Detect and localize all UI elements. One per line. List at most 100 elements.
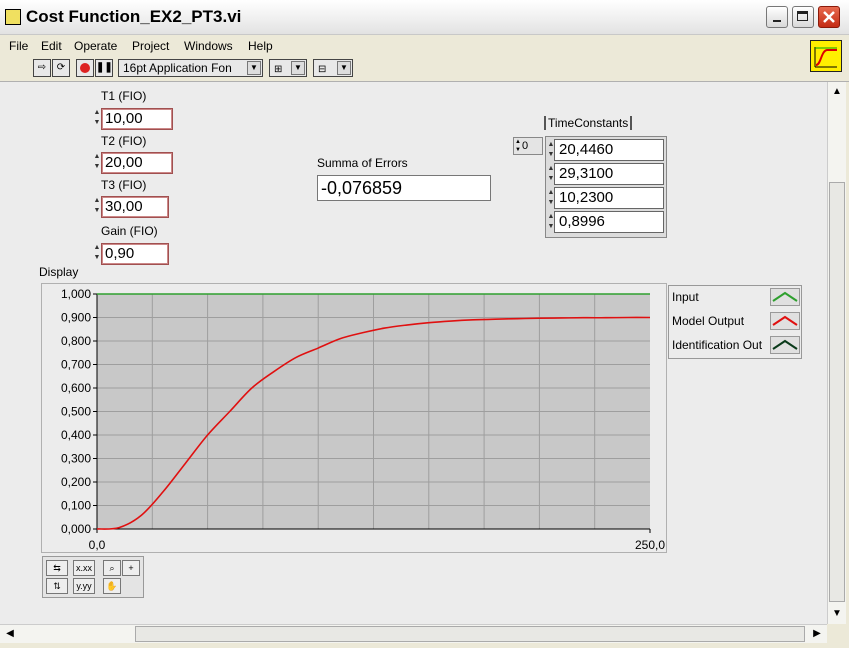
graph-label: Display <box>39 265 79 279</box>
x-scale-icon: ⇆ <box>53 563 61 573</box>
summa-label: Summa of Errors <box>317 156 408 170</box>
timeconstants-label: TimeConstants <box>544 116 633 130</box>
t3-increment-decrement[interactable]: ▲ ▼ <box>93 196 101 218</box>
scroll-left-arrow[interactable]: ◀ <box>2 626 18 642</box>
chevron-down-icon: ▼ <box>337 61 351 75</box>
pause-button[interactable]: ❚❚ <box>95 59 113 77</box>
array-element[interactable]: 10,2300 <box>554 187 664 209</box>
distribute-icon: ⊟ <box>318 64 327 75</box>
waveform-graph[interactable]: 0,000 0,100 0,200 0,300 0,400 0,500 0,600 0,700… <box>41 283 667 553</box>
t1-label: T1 (FIO) <box>101 89 147 103</box>
t1-input[interactable]: 10,00 <box>101 108 173 130</box>
minimize-button[interactable] <box>766 6 788 28</box>
t2-increment-decrement[interactable]: ▲ ▼ <box>93 152 101 174</box>
y-autoscale-button[interactable]: ⇅ <box>46 578 68 594</box>
horizontal-scrollbar[interactable]: ◀ ▶ <box>0 624 827 643</box>
y-tick-label: 0,700 <box>61 358 91 372</box>
horizontal-scroll-thumb[interactable] <box>135 626 805 642</box>
pause-icon: ❚❚ <box>96 62 113 73</box>
array-index-value: 0 <box>522 140 529 152</box>
menu-project[interactable]: Project <box>132 39 169 53</box>
scroll-right-arrow[interactable]: ▶ <box>809 626 825 642</box>
y-tick-label: 0,500 <box>61 405 91 419</box>
gain-increment-decrement[interactable]: ▲ ▼ <box>93 243 101 265</box>
x-autoscale-button[interactable]: ⇆ <box>46 560 68 576</box>
scroll-up-arrow[interactable]: ▲ <box>829 84 845 100</box>
pan-button[interactable]: ✋ <box>103 578 121 594</box>
scroll-down-arrow[interactable]: ▼ <box>829 606 845 622</box>
t3-label: T3 (FIO) <box>101 178 147 192</box>
y-scale-icon: ⇅ <box>53 581 61 591</box>
y-tick-label: 0,100 <box>61 499 91 513</box>
abort-button[interactable] <box>76 59 94 77</box>
y-tick-label: 0,200 <box>61 475 91 489</box>
font-select[interactable]: 16pt Application Fon ▼ <box>118 59 263 77</box>
index-spin-icon: ▲ ▼ <box>515 139 521 153</box>
maximize-icon <box>797 11 808 21</box>
align-icon: ⊞ <box>274 64 283 75</box>
array-index[interactable]: ▲ ▼ 0 <box>513 137 543 155</box>
legend-item-input[interactable]: Input <box>669 286 801 308</box>
chevron-down-icon: ▼ <box>247 61 261 75</box>
align-objects-button[interactable]: ⊞ ▼ <box>269 59 307 77</box>
y-format-icon: y.yy <box>76 581 92 591</box>
legend-item-identification[interactable]: Identification Out <box>669 334 801 356</box>
x-tick-label: 250,0 <box>635 538 665 552</box>
maximize-button[interactable] <box>792 6 814 28</box>
hand-icon: ✋ <box>106 581 118 591</box>
array-element[interactable]: 29,3100 <box>554 163 664 185</box>
y-tick-label: 0,400 <box>61 428 91 442</box>
title-bar[interactable]: Cost Function_EX2_PT3.vi <box>0 0 849 35</box>
y-format-button[interactable]: y.yy <box>73 578 95 594</box>
legend-swatch <box>770 288 800 306</box>
t2-input[interactable]: 20,00 <box>101 152 173 174</box>
array-element[interactable]: 0,8996 <box>554 211 664 233</box>
vertical-scroll-thumb[interactable] <box>829 182 845 602</box>
y-tick-label: 1,000 <box>61 287 91 301</box>
resize-grip[interactable] <box>827 624 845 642</box>
vertical-scrollbar[interactable]: ▲ ▼ <box>827 82 846 624</box>
minimize-icon <box>773 20 781 22</box>
legend-label: Input <box>672 290 699 304</box>
close-button[interactable] <box>818 6 840 28</box>
array-element[interactable]: 20,4460 <box>554 139 664 161</box>
run-arrow-icon: ⇨ <box>37 62 47 73</box>
graph-plot-svg: 0,000 0,100 0,200 0,300 0,400 0,500 0,600 0,700… <box>61 287 665 552</box>
y-tick-label: 0,300 <box>61 452 91 466</box>
menu-operate[interactable]: Operate <box>74 39 117 53</box>
run-continuously-button[interactable]: ⟳ <box>52 59 70 77</box>
labview-app-icon <box>5 9 21 25</box>
abort-icon <box>80 63 90 73</box>
distribute-objects-button[interactable]: ⊟ ▼ <box>313 59 353 77</box>
menu-windows[interactable]: Windows <box>184 39 233 53</box>
menu-file[interactable]: File <box>9 39 28 53</box>
x-format-button[interactable]: x.xx <box>73 560 95 576</box>
legend-swatch <box>770 312 800 330</box>
run-continuously-icon: ⟳ <box>56 62 66 73</box>
legend-label: Identification Out <box>672 338 763 352</box>
t1-increment-decrement[interactable]: ▲ ▼ <box>93 108 101 130</box>
close-icon <box>823 11 835 23</box>
zoom-button[interactable]: ⌕ <box>103 560 121 576</box>
y-tick-label: 0,800 <box>61 334 91 348</box>
gain-label: Gain (FIO) <box>101 224 158 238</box>
plot-legend[interactable]: Input Model Output Identification Out <box>668 285 802 359</box>
legend-swatch <box>770 336 800 354</box>
menu-help[interactable]: Help <box>248 39 273 53</box>
font-select-value: 16pt Application Fon <box>123 61 232 75</box>
timeconstants-array: ▲ ▼ 20,4460 ▲ ▼ 29,3100 ▲ ▼ 10,2300 ▲ ▼ 0,89… <box>545 136 667 238</box>
cursor-button[interactable]: + <box>122 560 140 576</box>
y-tick-label: 0,900 <box>61 311 91 325</box>
run-button[interactable]: ⇨ <box>33 59 51 77</box>
menu-bar: File Edit Operate Project Windows Help <box>0 36 849 56</box>
toolbar: ⇨ ⟳ ❚❚ 16pt Application Fon ▼ ⊞ ▼ ⊟ ▼ <box>0 57 849 82</box>
menu-edit[interactable]: Edit <box>41 39 62 53</box>
crosshair-icon: + <box>128 563 134 573</box>
graph-palette: ⇆ ⇅ x.xx y.yy ⌕ + ✋ <box>42 556 144 598</box>
legend-label: Model Output <box>672 314 745 328</box>
legend-item-model-output[interactable]: Model Output <box>669 310 801 332</box>
y-tick-label: 0,600 <box>61 381 91 395</box>
t3-input[interactable]: 30,00 <box>101 196 169 218</box>
gain-input[interactable]: 0,90 <box>101 243 169 265</box>
summa-indicator: -0,076859 <box>317 175 491 201</box>
